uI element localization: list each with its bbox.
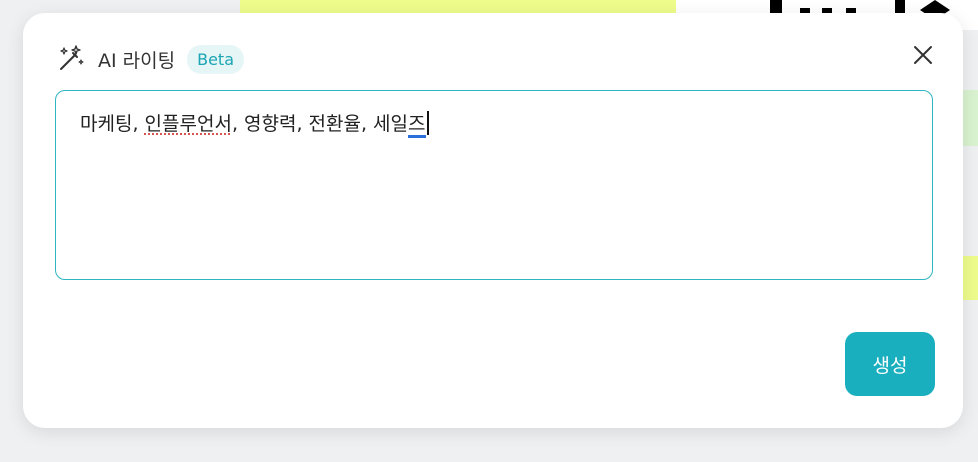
ai-writing-dialog: AI 라이팅 Beta 마케팅, 인플루언서, 영향력, 전환율, 세일즈 생성: [23, 13, 963, 428]
ime-composing-char: 즈: [408, 113, 426, 138]
text-caret: [426, 111, 429, 135]
background-sticky-note: [962, 90, 978, 146]
prompt-text: 마케팅, 인플루언서, 영향력, 전환율, 세일즈: [80, 111, 429, 138]
text-segment: 마케팅,: [80, 113, 145, 135]
dialog-header: AI 라이팅 Beta: [56, 44, 244, 74]
beta-badge: Beta: [187, 44, 244, 74]
dialog-title: AI 라이팅: [98, 49, 176, 72]
background-sticky-note: [962, 256, 978, 300]
generate-button[interactable]: 생성: [845, 332, 935, 396]
close-icon[interactable]: [911, 43, 935, 67]
prompt-textarea[interactable]: 마케팅, 인플루언서, 영향력, 전환율, 세일즈: [55, 90, 933, 280]
text-segment: , 영향력, 전환율, 세일: [231, 113, 409, 135]
magic-wand-icon: [60, 45, 84, 70]
misspelled-word: 인플루언서: [144, 113, 232, 135]
